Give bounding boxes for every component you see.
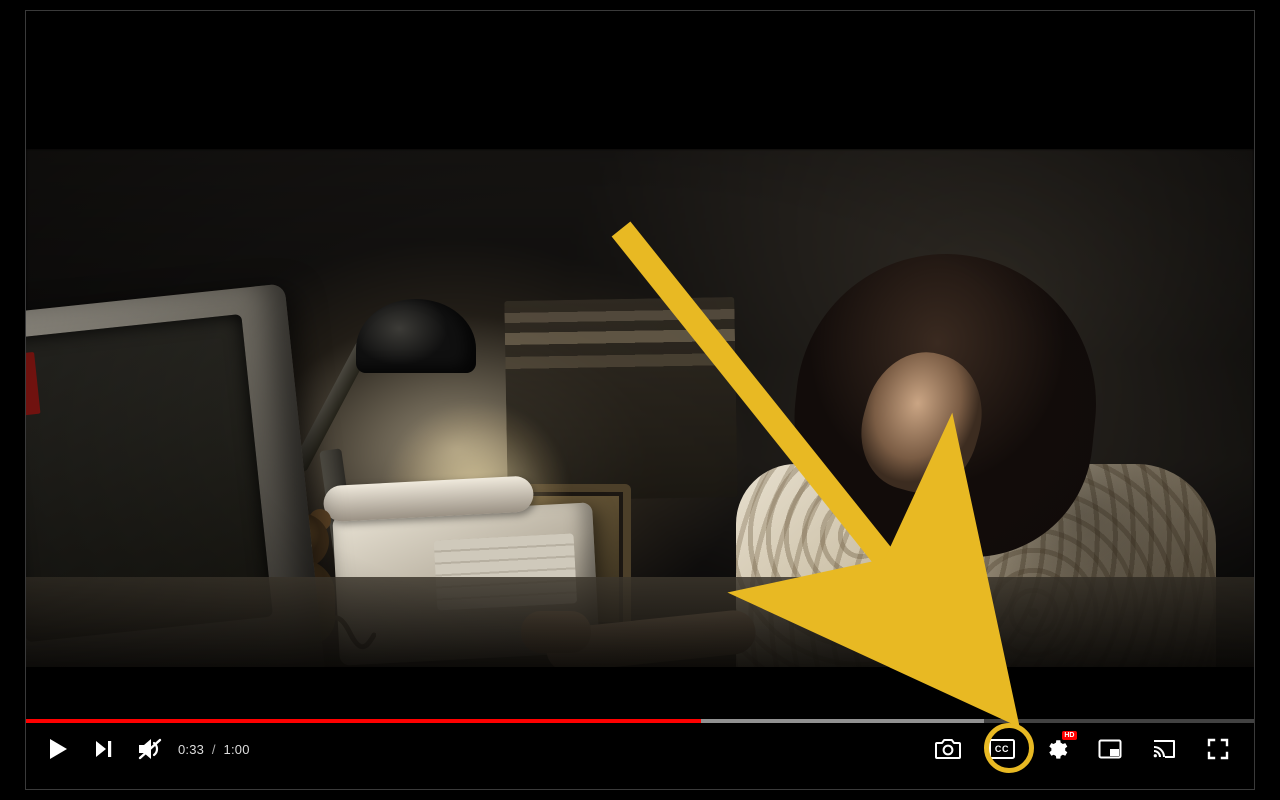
- progress-bar[interactable]: [26, 719, 1254, 723]
- video-frame-still: [26, 149, 1254, 667]
- next-button[interactable]: [86, 731, 122, 767]
- controls-bar: 0:33 / 1:00 CC: [26, 725, 1254, 773]
- volume-muted-icon: [137, 737, 163, 761]
- video-player-stage: 0:33 / 1:00 CC: [0, 0, 1280, 800]
- cast-button[interactable]: [1146, 731, 1182, 767]
- time-display: 0:33 / 1:00: [178, 742, 250, 757]
- next-icon: [93, 738, 115, 760]
- miniplayer-icon: [1098, 739, 1122, 759]
- camera-icon: [935, 738, 961, 760]
- fullscreen-button[interactable]: [1200, 731, 1236, 767]
- video-viewport[interactable]: [26, 149, 1254, 667]
- time-total: 1:00: [224, 742, 250, 757]
- play-icon: [47, 737, 69, 761]
- player-frame: 0:33 / 1:00 CC: [25, 10, 1255, 790]
- captions-button[interactable]: CC: [984, 731, 1020, 767]
- screenshot-button[interactable]: [930, 731, 966, 767]
- mute-button[interactable]: [132, 731, 168, 767]
- play-button[interactable]: [40, 731, 76, 767]
- cc-label: CC: [995, 744, 1009, 754]
- hd-badge: HD: [1062, 731, 1077, 740]
- progress-played: [26, 719, 701, 723]
- time-current: 0:33: [178, 742, 204, 757]
- miniplayer-button[interactable]: [1092, 731, 1128, 767]
- cast-icon: [1152, 739, 1176, 759]
- fullscreen-icon: [1207, 738, 1229, 760]
- settings-button[interactable]: HD: [1038, 731, 1074, 767]
- time-separator: /: [212, 742, 216, 757]
- gear-icon: [1044, 737, 1068, 761]
- closed-captions-icon: CC: [989, 739, 1015, 759]
